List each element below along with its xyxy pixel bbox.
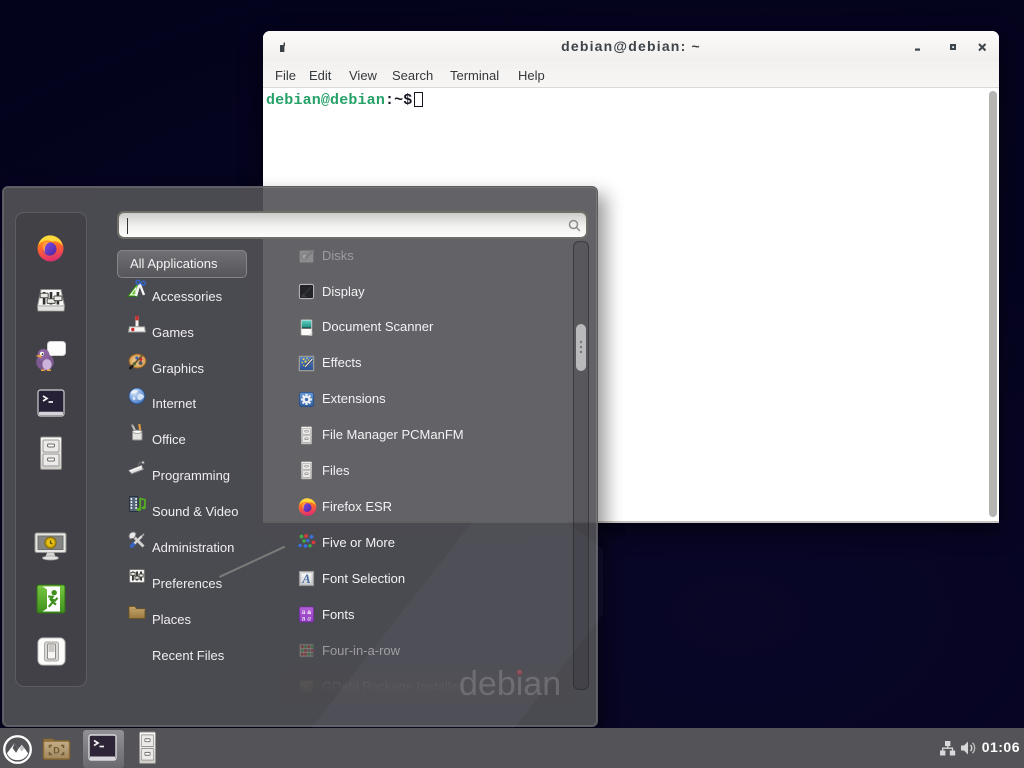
svg-text:a: a bbox=[302, 616, 306, 623]
svg-text:A: A bbox=[301, 572, 310, 586]
svg-text:D: D bbox=[53, 746, 60, 756]
svg-text:a: a bbox=[307, 615, 311, 623]
